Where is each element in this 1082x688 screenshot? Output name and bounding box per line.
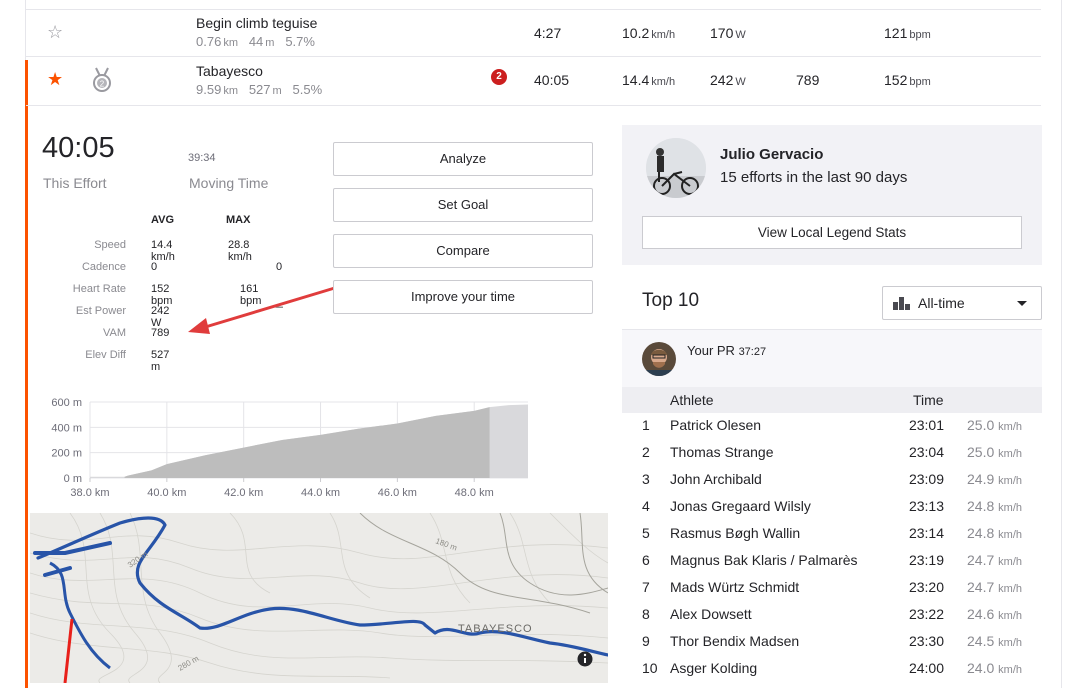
- x-tick-label: 38.0 km: [70, 487, 109, 499]
- medal-icon: 2: [92, 67, 112, 96]
- athlete-name[interactable]: Patrick Olesen: [670, 417, 761, 433]
- leaderboard-row[interactable]: 4 Jonas Gregaard Wilsly 23:13 24.8 km/h: [622, 494, 1042, 521]
- stat-avg: 14.4 km/h: [151, 239, 175, 263]
- column-athlete: Athlete: [670, 392, 714, 408]
- elevation-area-segment: [124, 407, 490, 478]
- caret-down-icon: [1017, 301, 1027, 306]
- athlete-name[interactable]: Alex Dowsett: [670, 606, 752, 622]
- segment-row[interactable]: ☆ Begin climb teguise 0.76 km 44 m 5.7% 4:…: [26, 9, 1041, 57]
- stats-header-max: MAX: [226, 214, 251, 226]
- leaderboard-row[interactable]: 7 Mads Würtz Schmidt 23:20 24.7 km/h: [622, 575, 1042, 602]
- stat-avg: 242 W: [151, 305, 170, 329]
- annotation-arrow: [188, 285, 340, 334]
- personal-record-row: Your PR 37:27: [622, 330, 1042, 387]
- y-tick-label: 600 m: [51, 397, 82, 409]
- moving-time-value: 39:34: [188, 152, 216, 164]
- local-legend-card: Julio Gervacio 15 efforts in the last 90…: [622, 125, 1042, 265]
- view-local-legend-stats-button[interactable]: View Local Legend Stats: [642, 216, 1022, 249]
- analyze-button[interactable]: Analyze: [333, 142, 593, 176]
- top10-title: Top 10: [642, 290, 700, 311]
- segment-name[interactable]: Begin climb teguise: [196, 15, 317, 31]
- athlete-name[interactable]: Thor Bendix Madsen: [670, 633, 799, 649]
- info-icon[interactable]: [577, 651, 593, 667]
- x-tick-label: 44.0 km: [301, 487, 340, 499]
- x-tick-label: 48.0 km: [455, 487, 494, 499]
- svg-text:2: 2: [100, 80, 105, 89]
- column-time: Time: [913, 392, 944, 408]
- selected-segment-accent: [25, 60, 28, 688]
- leaderboard-row[interactable]: 3 John Archibald 23:09 24.9 km/h: [622, 467, 1042, 494]
- stat-max: 28.8 km/h: [228, 239, 252, 263]
- athlete-name[interactable]: Mads Würtz Schmidt: [670, 579, 799, 595]
- segment-name[interactable]: Tabayesco: [196, 63, 322, 79]
- leaderboard-row[interactable]: 10 Asger Kolding 24:00 24.0 km/h: [622, 656, 1042, 683]
- stat-avg: 152 bpm: [151, 283, 173, 307]
- stat-avg: 789: [151, 327, 170, 339]
- leaderboard-header: Athlete Time: [622, 387, 1042, 413]
- stats-header-avg: AVG: [151, 214, 175, 226]
- athlete-name[interactable]: John Archibald: [670, 471, 762, 487]
- leaderboard-row[interactable]: 9 Thor Bendix Madsen 23:30 24.5 km/h: [622, 629, 1042, 656]
- effort-time-label: This Effort: [43, 175, 107, 191]
- y-tick-label: 400 m: [51, 422, 82, 434]
- effort-time: 40:05: [42, 132, 115, 164]
- time-filter-dropdown[interactable]: All-time: [882, 286, 1042, 320]
- achievement-badge-icon: 2: [491, 69, 507, 85]
- stat-label: VAM: [102, 327, 126, 339]
- panel-right-border: [1061, 0, 1062, 688]
- segment-details: 0.76 km 44 m 5.7%: [196, 34, 315, 49]
- local-legend-name[interactable]: Julio Gervacio: [720, 146, 823, 163]
- segment-details: 9.59 km 527 m 5.5%: [196, 82, 323, 97]
- segment-speed: 10.2 km/h: [622, 25, 676, 41]
- segment-row-selected[interactable]: ★ 2 Tabayesco 9.59 km 527 m 5.5% 2 40:05 1…: [26, 58, 1041, 106]
- stat-label: Heart Rate: [72, 283, 126, 295]
- local-legend-efforts: 15 efforts in the last 90 days: [720, 169, 908, 186]
- segment-vam: 789: [796, 72, 820, 88]
- leaderboard-row[interactable]: 6 Magnus Bak Klaris / Palmarès 23:19 24.…: [622, 548, 1042, 575]
- segment-time: 4:27: [534, 25, 562, 41]
- star-outline-icon[interactable]: ☆: [47, 22, 63, 43]
- athlete-name[interactable]: Asger Kolding: [670, 660, 757, 676]
- improve-time-button[interactable]: Improve your time: [333, 280, 593, 314]
- map-place-label: TABAYESCO: [458, 623, 533, 635]
- segment-heartrate: 152 bpm: [884, 72, 931, 88]
- leaderboard-row[interactable]: 5 Rasmus Bøgh Wallin 23:14 24.8 km/h: [622, 521, 1042, 548]
- segment-time: 40:05: [534, 72, 570, 88]
- athlete-name[interactable]: Thomas Strange: [670, 444, 774, 460]
- athlete-name[interactable]: Jonas Gregaard Wilsly: [670, 498, 811, 514]
- segment-speed: 14.4 km/h: [622, 72, 676, 88]
- athlete-name[interactable]: Rasmus Bøgh Wallin: [670, 525, 800, 541]
- bar-chart-icon: [893, 297, 913, 313]
- segment-map[interactable]: TABAYESCO 320 m 180 m 280 m: [30, 513, 608, 683]
- moving-time-label: Moving Time: [189, 175, 269, 191]
- leaderboard-row[interactable]: 8 Alex Dowsett 23:22 24.6 km/h: [622, 602, 1042, 629]
- stat-avg: 527 m: [151, 349, 170, 373]
- leaderboard-row[interactable]: 1 Patrick Olesen 23:01 25.0 km/h: [622, 413, 1042, 440]
- segment-power: 242 W: [710, 72, 746, 88]
- elevation-profile-chart: 0 m 200 m 400 m 600 m 38.0 km 40.0 km 42.0 km 4…: [51, 397, 528, 499]
- athlete-name[interactable]: Magnus Bak Klaris / Palmarès: [670, 552, 858, 568]
- stat-avg: 0: [151, 261, 158, 273]
- set-goal-button[interactable]: Set Goal: [333, 188, 593, 222]
- stat-label: Elev Diff: [85, 349, 126, 361]
- time-filter-value: All-time: [918, 295, 965, 311]
- star-filled-icon[interactable]: ★: [47, 69, 63, 90]
- x-tick-label: 42.0 km: [224, 487, 263, 499]
- y-tick-label: 0 m: [64, 473, 82, 485]
- stat-label: Cadence: [81, 261, 126, 273]
- leaderboard-row[interactable]: 2 Thomas Strange 23:04 25.0 km/h: [622, 440, 1042, 467]
- y-tick-label: 200 m: [51, 448, 82, 460]
- user-avatar[interactable]: [642, 342, 676, 376]
- stat-label: Est Power: [75, 305, 126, 317]
- stat-label: Speed: [94, 239, 126, 251]
- x-tick-label: 40.0 km: [147, 487, 186, 499]
- local-legend-avatar[interactable]: [646, 138, 706, 198]
- x-tick-label: 46.0 km: [378, 487, 417, 499]
- stat-max: 0: [276, 261, 283, 273]
- pr-label: Your PR 37:27: [687, 343, 767, 358]
- compare-button[interactable]: Compare: [333, 234, 593, 268]
- segment-heartrate: 121 bpm: [884, 25, 931, 41]
- segment-power: 170 W: [710, 25, 746, 41]
